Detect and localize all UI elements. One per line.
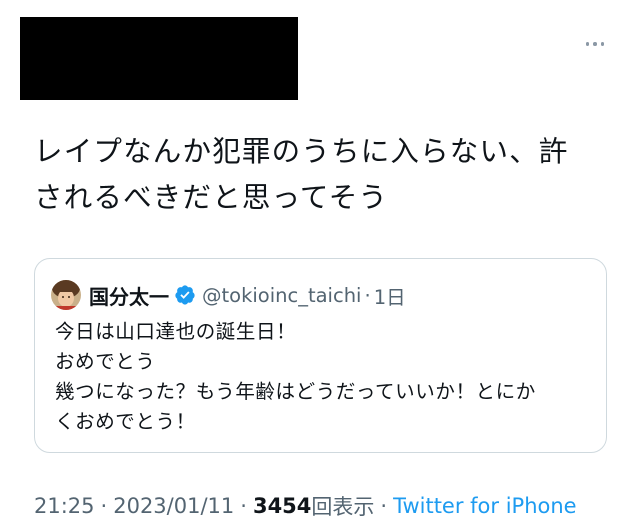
avatar-image [51,280,81,310]
quoted-author-handle[interactable]: @tokioinc_taichi [202,284,361,307]
quoted-tweet-text: 今日は山口達也の誕生日！ おめでとう 幾つになった？もう年齢はどうだっていいか！… [55,317,595,437]
quoted-tweet-time[interactable]: 1日 [374,281,406,310]
tweet-text-line: レイプなんか犯罪のうちに入らない、許 [34,135,569,168]
views-count[interactable]: 3454 [253,494,311,518]
quoted-tweet-card[interactable]: 国分太一 @tokioinc_taichi · 1日 今日は山口達也の誕生日！ … [34,258,607,453]
meta-separator: · [240,494,247,518]
source-link[interactable]: Twitter for iPhone [393,494,577,518]
tweet-date[interactable]: 2023/01/11 [113,494,234,518]
quoted-text-line: おめでとう [55,350,156,373]
quoted-tweet-header: 国分太一 @tokioinc_taichi · 1日 [51,279,406,311]
meta-separator: · [380,494,388,518]
quoted-text-line: くおめでとう！ [55,410,196,433]
redacted-author-block [20,17,298,100]
more-dot [593,42,597,46]
quoted-author-name[interactable]: 国分太一 [89,281,169,310]
tweet-text-line: されるべきだと思ってそう [34,181,389,214]
tweet-metadata: 21:25 · 2023/01/11 · 3454 回表示 · Twitter … [34,491,577,521]
verified-badge-icon [175,285,195,305]
more-dot [585,42,590,46]
views-label: 回表示 [311,495,375,519]
tweet-time[interactable]: 21:25 [34,494,95,518]
avatar[interactable] [51,280,81,310]
more-dot [600,42,605,46]
more-options-icon[interactable] [578,34,612,54]
header-separator: · [364,283,371,307]
meta-separator: · [100,494,108,518]
quoted-text-line: 幾つになった？もう年齢はどうだっていいか！とにか [55,380,536,403]
tweet-text: レイプなんか犯罪のうちに入らない、許 されるべきだと思ってそう [34,129,624,221]
quoted-text-line: 今日は山口達也の誕生日！ [55,320,297,343]
